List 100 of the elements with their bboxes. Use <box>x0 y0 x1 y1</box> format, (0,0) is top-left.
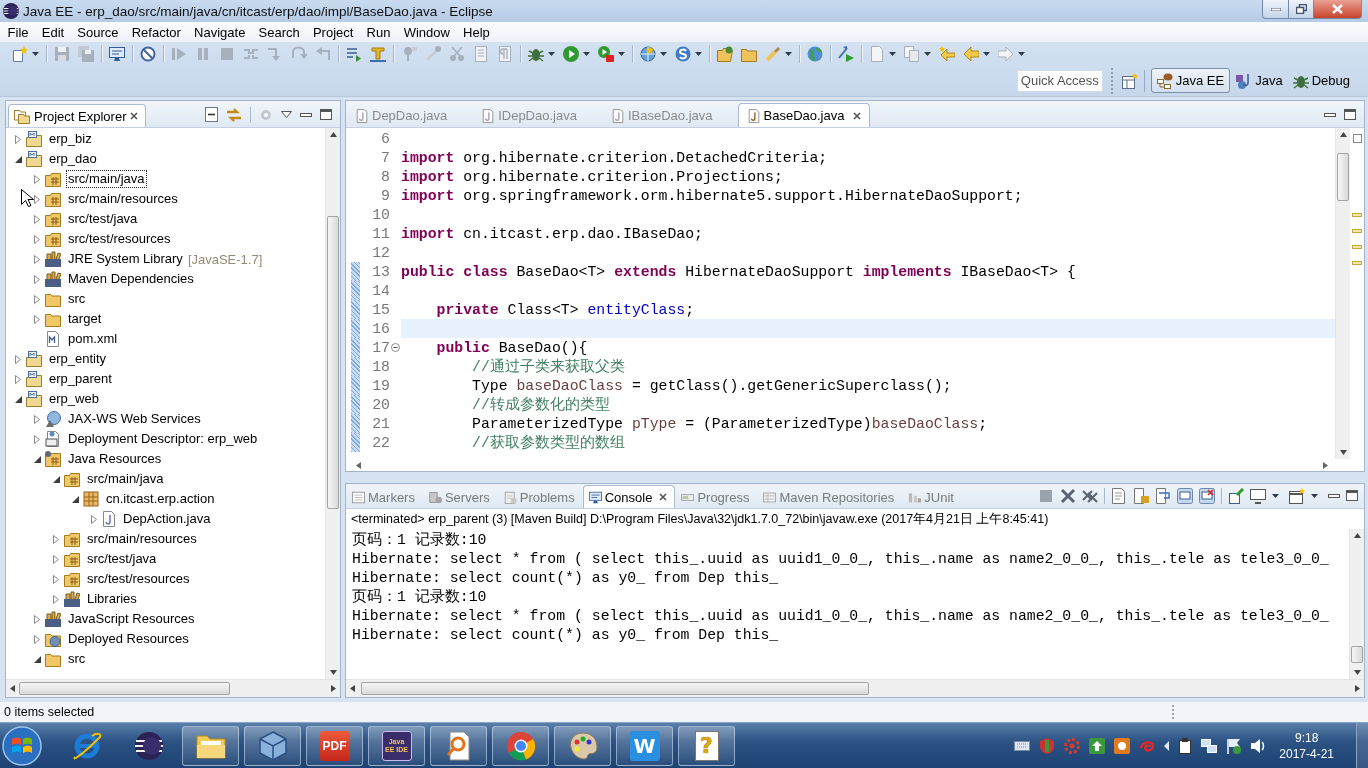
tree-item[interactable]: src/test/java <box>66 210 140 228</box>
arrow-play-icon[interactable] <box>838 45 854 62</box>
collapsed-arrow-icon[interactable] <box>53 534 59 544</box>
menu-item[interactable]: Refactor <box>125 24 188 40</box>
s-badge-icon[interactable] <box>675 45 691 62</box>
menu-item[interactable]: Source <box>70 24 126 40</box>
menu-item[interactable]: Navigate <box>187 24 252 40</box>
monitor-icon[interactable] <box>109 45 125 62</box>
editor-tab[interactable]: BaseDao.java <box>737 103 871 127</box>
taskbar-button[interactable] <box>182 725 239 766</box>
tree-item[interactable]: JAX-WS Web Services <box>66 410 203 428</box>
view-tab[interactable]: Markers <box>346 485 423 508</box>
tree-item[interactable]: src <box>66 650 88 668</box>
collapsed-arrow-icon[interactable] <box>91 514 97 524</box>
tree-item[interactable]: src/test/resources <box>66 230 173 248</box>
menu-item[interactable]: Run <box>360 24 398 40</box>
scroll-right-icon[interactable] <box>331 685 336 692</box>
caret-icon[interactable] <box>1018 51 1025 56</box>
caret-icon[interactable] <box>660 51 667 56</box>
remove-all-icon[interactable] <box>1082 487 1098 504</box>
view-menu-icon[interactable] <box>281 111 292 118</box>
tree-item[interactable]: target <box>66 310 104 328</box>
collapse-all-icon[interactable] <box>205 107 218 122</box>
scroll-right-icon[interactable] <box>1355 685 1360 692</box>
start-button[interactable] <box>2 725 42 766</box>
fold-minus-icon[interactable] <box>391 343 400 352</box>
slashed-circle-icon[interactable] <box>140 45 156 62</box>
caret-icon[interactable] <box>785 51 792 56</box>
clock-date[interactable]: 2017-4-21 <box>1279 745 1334 762</box>
scroll-left-icon[interactable] <box>10 685 15 692</box>
upload-icon[interactable] <box>1089 737 1106 754</box>
tree-item[interactable]: erp_parent <box>47 370 114 388</box>
tree-item[interactable]: erp_web <box>47 390 101 408</box>
open-perspective-icon[interactable] <box>1121 72 1138 89</box>
menu-item[interactable]: Window <box>397 24 457 40</box>
scroll-down-icon[interactable] <box>1339 450 1347 455</box>
collapsed-arrow-icon[interactable] <box>15 374 21 384</box>
menu-item[interactable]: Edit <box>35 24 71 40</box>
perspective-button[interactable]: Java EE <box>1150 68 1231 93</box>
view-tab[interactable]: Maven Repositories <box>757 485 903 508</box>
view-tab[interactable]: Progress <box>675 485 758 508</box>
tree-item[interactable]: cn.itcast.erp.action <box>104 490 217 508</box>
list-arrow-icon[interactable] <box>346 45 362 62</box>
caret-icon[interactable] <box>695 51 702 56</box>
wrap-page-icon[interactable] <box>1155 487 1171 504</box>
scrollbar[interactable] <box>346 679 1364 697</box>
expanded-arrow-icon[interactable] <box>52 475 60 483</box>
dotted-ring-icon[interactable] <box>1064 737 1081 754</box>
scrollbar[interactable] <box>6 679 340 697</box>
caret-icon[interactable] <box>1311 493 1318 498</box>
tree-item[interactable]: JRE System Library <box>66 250 185 268</box>
run-stop-icon[interactable] <box>598 45 614 62</box>
menu-item[interactable]: Help <box>456 24 497 40</box>
caret-icon[interactable] <box>618 51 625 56</box>
close-icon[interactable] <box>659 493 668 501</box>
tree-item[interactable]: erp_dao <box>47 150 99 168</box>
link-arrows-icon[interactable] <box>226 106 242 123</box>
new-page-icon[interactable] <box>12 45 28 62</box>
scroll-left-icon[interactable] <box>356 461 361 469</box>
caret-icon[interactable] <box>983 51 990 56</box>
tree-item[interactable]: Java Resources <box>66 450 164 468</box>
taskbar-button[interactable] <box>430 725 487 766</box>
tree-item[interactable]: Deployed Resources <box>66 630 191 648</box>
scroll-up-icon[interactable] <box>1339 132 1347 137</box>
view-tab[interactable]: Project Explorer <box>8 104 147 127</box>
show-desktop-button[interactable] <box>1356 722 1368 768</box>
tree-item[interactable]: src/main/java <box>85 470 166 488</box>
expanded-arrow-icon[interactable] <box>14 155 22 163</box>
tree-item[interactable]: erp_entity <box>47 350 109 368</box>
clock-time[interactable]: 9:18 <box>1294 729 1319 746</box>
perspective-button[interactable]: Java <box>1232 68 1287 93</box>
open-folder-icon[interactable] <box>717 45 733 62</box>
maximize-button[interactable] <box>1288 0 1314 19</box>
expanded-arrow-icon[interactable] <box>33 455 41 463</box>
collapsed-arrow-icon[interactable] <box>53 594 59 604</box>
view-tab[interactable]: Problems <box>497 485 583 508</box>
flag-icon[interactable] <box>1226 737 1243 754</box>
collapsed-arrow-icon[interactable] <box>34 414 40 424</box>
scroll-left-icon[interactable] <box>350 685 355 692</box>
shield-icon[interactable] <box>1039 737 1056 754</box>
run-icon[interactable] <box>563 45 579 62</box>
scroll-up-icon[interactable] <box>329 132 337 137</box>
server-globe-icon[interactable] <box>640 45 656 62</box>
collapsed-arrow-icon[interactable] <box>34 194 40 204</box>
clipboard-icon[interactable] <box>1178 737 1193 754</box>
perspective-button[interactable]: Debug <box>1288 68 1354 93</box>
tree-item[interactable]: pom.xml <box>66 330 120 348</box>
scrollbar[interactable] <box>325 128 340 679</box>
caret-icon[interactable] <box>32 51 39 56</box>
quick-access-field[interactable]: Quick Access <box>1016 69 1103 92</box>
scrollbar[interactable] <box>1349 529 1364 679</box>
caret-icon[interactable] <box>548 51 555 56</box>
caret-icon[interactable] <box>1272 493 1279 498</box>
tree-item[interactable]: src/test/resources <box>85 570 192 588</box>
collapsed-arrow-icon[interactable] <box>34 434 40 444</box>
tree-item[interactable]: Deployment Descriptor: erp_web <box>66 430 260 448</box>
scroll-right-icon[interactable] <box>1323 461 1328 469</box>
scrollbar[interactable] <box>1335 128 1350 459</box>
maximize-icon[interactable] <box>1344 109 1356 120</box>
collapsed-arrow-icon[interactable] <box>34 294 40 304</box>
